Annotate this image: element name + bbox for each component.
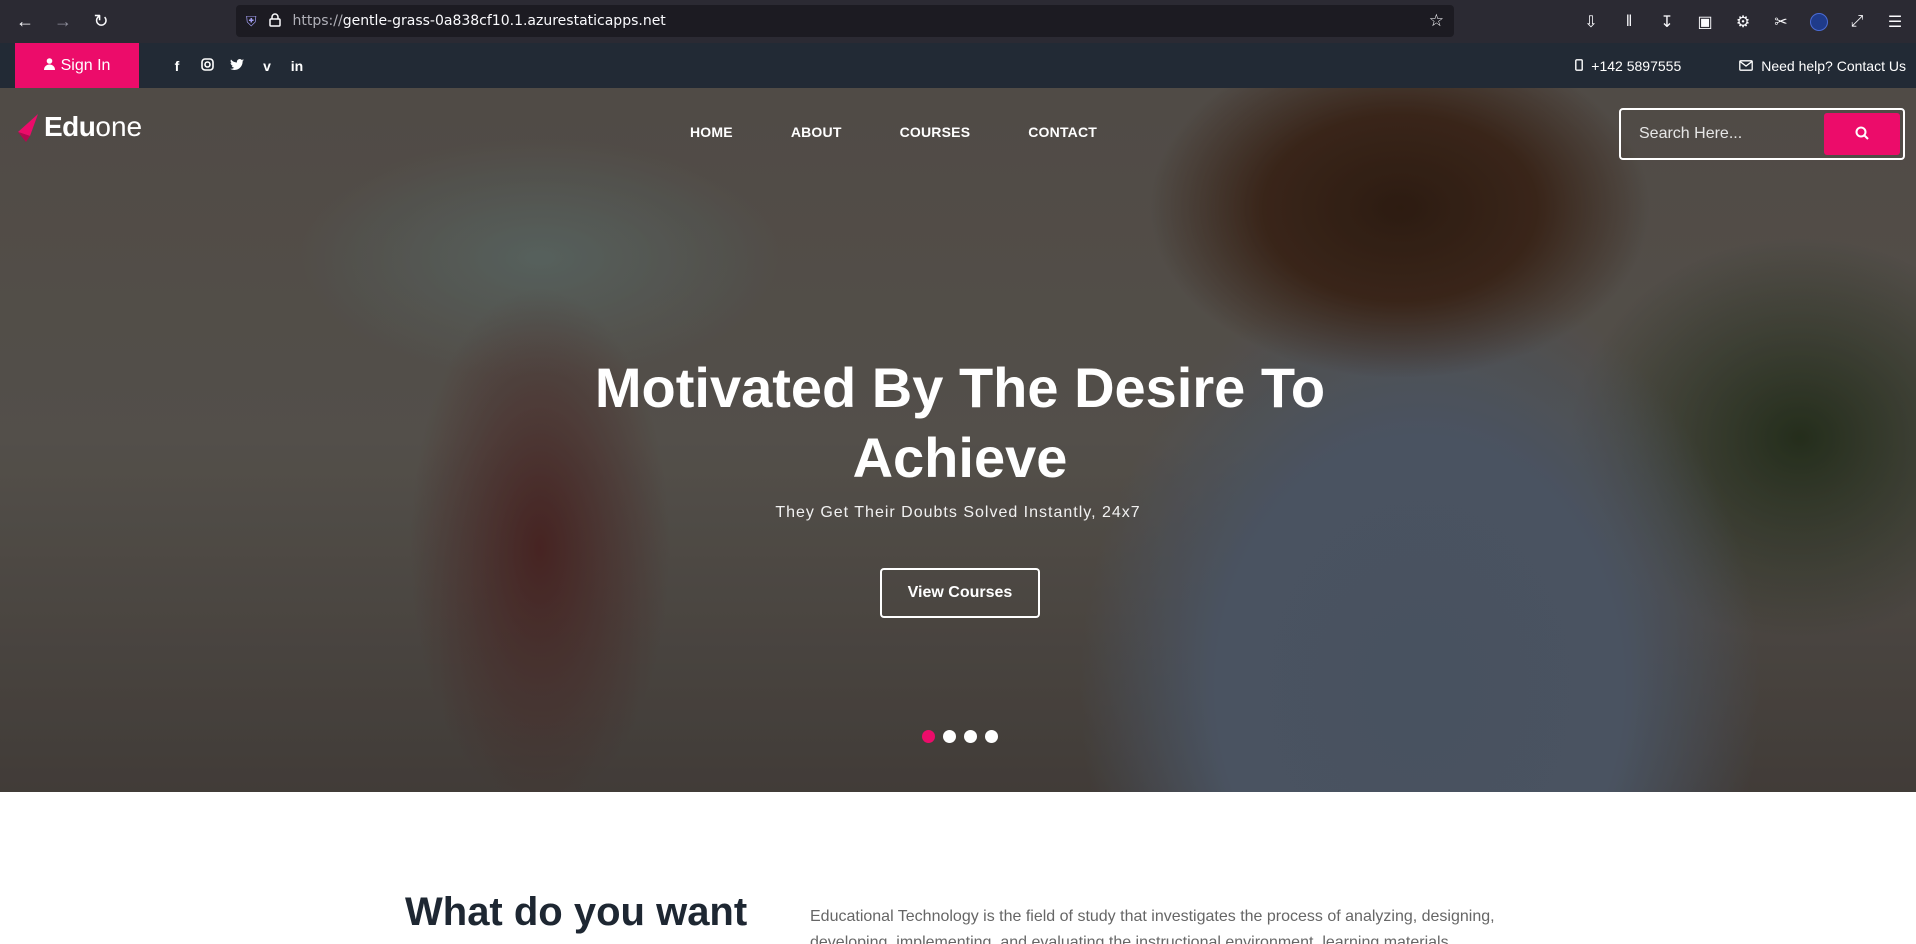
help-text: Need help? Contact Us (1761, 57, 1906, 74)
downloads-icon[interactable]: ↧ (1654, 9, 1680, 35)
phone-item[interactable]: +142 5897555 (1575, 58, 1681, 74)
facebook-icon[interactable]: f (169, 58, 185, 74)
top-bar: Sign In f v in +142 5897555 Need help? C… (0, 43, 1916, 88)
slider-dots (922, 730, 998, 743)
settings-gear-icon[interactable]: ⚙ (1730, 9, 1756, 35)
main-nav: HOME ABOUT COURSES CONTACT (690, 124, 1097, 140)
nav-contact[interactable]: CONTACT (1028, 124, 1097, 140)
phone-number: +142 5897555 (1591, 57, 1682, 74)
forward-icon[interactable]: → (48, 7, 78, 37)
social-links: f v in (169, 58, 305, 74)
bookmark-star-icon[interactable]: ☆ (1429, 11, 1444, 31)
library-icon[interactable]: ‖ (1616, 9, 1642, 35)
account-icon-wrap[interactable] (1806, 9, 1832, 35)
user-icon (43, 57, 55, 75)
search-icon (1855, 124, 1869, 145)
slider-dot[interactable] (943, 730, 956, 743)
nav-about[interactable]: ABOUT (791, 124, 842, 140)
sign-in-label: Sign In (60, 56, 111, 74)
envelope-icon (1739, 58, 1754, 74)
slider-dot[interactable] (922, 730, 935, 743)
search-button[interactable] (1824, 113, 1900, 155)
logo-text-light: one (95, 111, 143, 142)
view-courses-button[interactable]: View Courses (880, 568, 1040, 618)
reload-icon[interactable]: ↻ (86, 7, 116, 37)
nav-home[interactable]: HOME (690, 124, 733, 140)
section-heading: What do you want (405, 890, 748, 934)
slider-dot[interactable] (964, 730, 977, 743)
instagram-icon[interactable] (199, 57, 215, 74)
nav-courses[interactable]: COURSES (900, 124, 971, 140)
search-box (1619, 108, 1905, 160)
browser-tools: ⇩ ‖ ↧ ▣ ⚙ ✂ ⤢ ☰ (1578, 0, 1908, 43)
vimeo-icon[interactable]: v (259, 58, 275, 74)
mobile-phone-icon (1575, 58, 1584, 74)
hero-title: Motivated By The Desire To Achieve (594, 356, 1326, 489)
browser-toolbar: ← → ↻ ⛨ https://gentle-grass-0a838cf10.1… (0, 0, 1916, 43)
menu-icon[interactable]: ☰ (1882, 9, 1908, 35)
search-input[interactable] (1639, 125, 1809, 143)
fullscreen-icon[interactable]: ⤢ (1844, 9, 1870, 35)
account-icon[interactable] (1810, 12, 1828, 31)
tracking-protection-icon[interactable]: ⛨ (246, 13, 257, 30)
back-icon[interactable]: ← (10, 7, 40, 37)
sign-in-button[interactable]: Sign In (15, 43, 139, 88)
pocket-icon[interactable]: ⇩ (1578, 9, 1604, 35)
section-paragraph: Educational Technology is the field of s… (810, 908, 1495, 944)
address-bar[interactable]: ⛨ https://gentle-grass-0a838cf10.1.azure… (236, 5, 1454, 37)
logo-mark-icon (16, 110, 44, 144)
slider-dot[interactable] (985, 730, 998, 743)
site-header: Edu one HOME ABOUT COURSES CONTACT (0, 88, 1916, 178)
screenshot-icon[interactable]: ✂ (1768, 9, 1794, 35)
hero-subtitle: They Get Their Doubts Solved Instantly, … (775, 504, 1141, 521)
logo-text-bold: Edu (44, 111, 96, 142)
help-contact-item[interactable]: Need help? Contact Us (1739, 58, 1906, 74)
contact-info: +142 5897555 Need help? Contact Us (1575, 43, 1906, 88)
browser-nav-buttons: ← → ↻ (10, 7, 116, 37)
lock-icon[interactable] (268, 12, 281, 30)
linkedin-icon[interactable]: in (289, 58, 305, 74)
twitter-icon[interactable] (229, 58, 245, 74)
site-logo[interactable]: Edu one (16, 110, 142, 144)
folder-icon[interactable]: ▣ (1692, 9, 1718, 35)
hero-slider: Eduone HOME ABOUT COURSES CONTACT Motiva… (0, 88, 1916, 792)
url-text: https://gentle-grass-0a838cf10.1.azurest… (292, 13, 666, 29)
